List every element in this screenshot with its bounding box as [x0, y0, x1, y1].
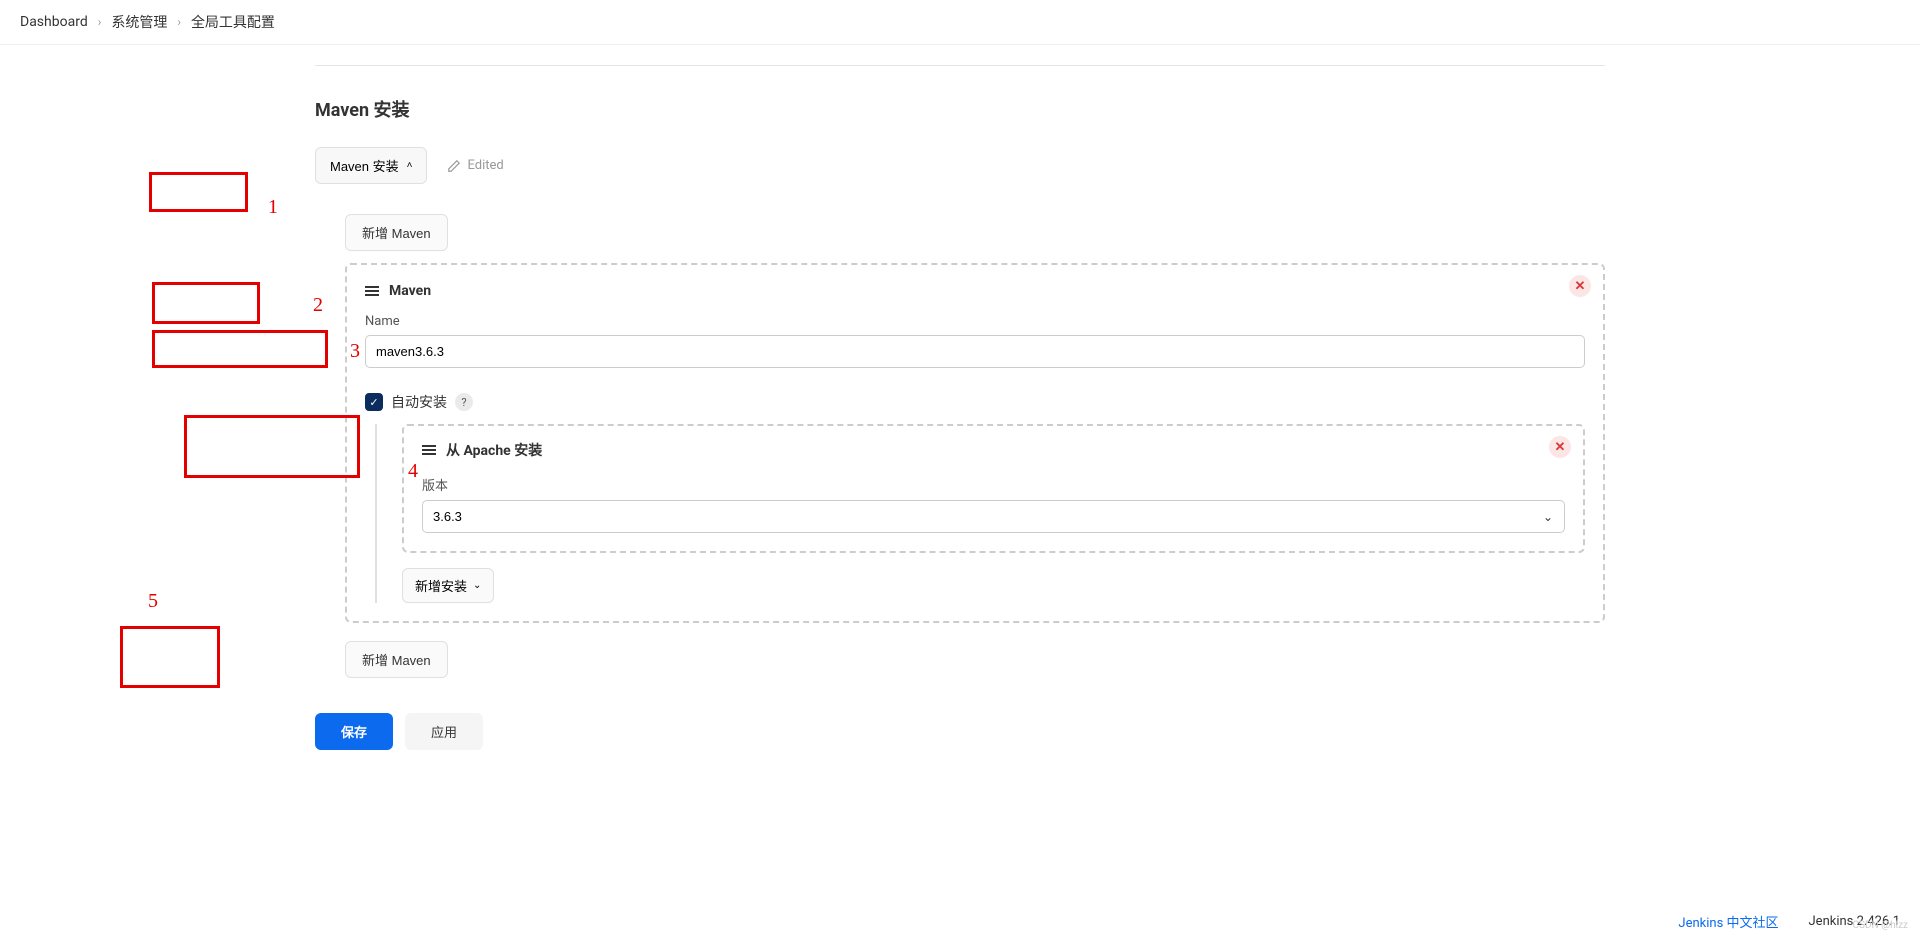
collapsible-label: Maven 安装 [330, 156, 399, 175]
maven-block: ✕ Maven Name ✓ 自动安装 ? ✕ 从 Apache 安装 [345, 263, 1605, 623]
section-title: Maven 安装 [315, 96, 1605, 122]
main-content: Maven 安装 Maven 安装 ˄ Edited 新增 Maven ✕ Ma… [315, 45, 1605, 750]
annotation-box-3 [152, 330, 328, 368]
watermark: CSDN @hlzz [1853, 920, 1908, 931]
remove-maven-button[interactable]: ✕ [1569, 275, 1591, 297]
version-label: 版本 [422, 475, 1565, 494]
auto-install-row: ✓ 自动安装 ? [365, 392, 1585, 412]
maven-block-title: Maven [389, 283, 431, 299]
drag-handle-icon[interactable] [365, 286, 379, 296]
edited-label: Edited [467, 158, 503, 173]
breadcrumb-system-manage[interactable]: 系统管理 [111, 12, 167, 32]
annotation-number-1: 1 [268, 196, 278, 219]
breadcrumb-dashboard[interactable]: Dashboard [20, 14, 88, 30]
annotation-number-5: 5 [148, 590, 158, 613]
breadcrumb: Dashboard › 系统管理 › 全局工具配置 [0, 0, 1920, 45]
help-icon[interactable]: ? [455, 393, 473, 411]
breadcrumb-global-tool-config[interactable]: 全局工具配置 [191, 12, 275, 32]
add-installer-button[interactable]: 新增安装 ⌄ [402, 568, 494, 603]
maven-install-toggle[interactable]: Maven 安装 ˄ [315, 147, 427, 184]
chevron-right-icon: › [177, 15, 181, 29]
chevron-down-icon: ⌄ [473, 580, 481, 591]
installer-block: ✕ 从 Apache 安装 版本 3.6.3 ⌄ [402, 424, 1585, 553]
add-maven-button-top[interactable]: 新增 Maven [345, 214, 448, 251]
name-field-label: Name [365, 314, 1585, 329]
drag-handle-icon[interactable] [422, 445, 436, 455]
apply-button[interactable]: 应用 [405, 713, 483, 750]
annotation-box-2 [152, 282, 260, 324]
chevron-right-icon: › [98, 15, 102, 29]
page-footer: Jenkins 中文社区 Jenkins 2.426.1 [0, 904, 1920, 931]
jenkins-community-link[interactable]: Jenkins 中文社区 [1678, 912, 1778, 931]
version-select[interactable]: 3.6.3 [422, 500, 1565, 533]
annotation-box-1 [149, 172, 248, 212]
save-button[interactable]: 保存 [315, 713, 393, 750]
installer-title: 从 Apache 安装 [446, 440, 542, 460]
add-installer-label: 新增安装 [415, 576, 467, 595]
chevron-up-icon: ˄ [407, 160, 413, 171]
auto-install-label: 自动安装 [391, 392, 447, 412]
remove-installer-button[interactable]: ✕ [1549, 436, 1571, 458]
edited-indicator: Edited [447, 158, 503, 173]
pencil-icon [447, 159, 461, 173]
add-maven-button-bottom[interactable]: 新增 Maven [345, 641, 448, 678]
auto-install-checkbox[interactable]: ✓ [365, 393, 383, 411]
annotation-box-5 [120, 626, 220, 688]
maven-name-input[interactable] [365, 335, 1585, 368]
